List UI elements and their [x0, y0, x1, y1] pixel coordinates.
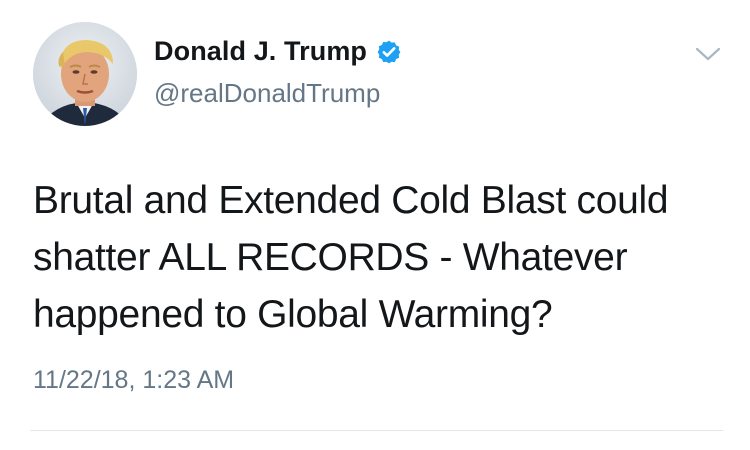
tweet-text: Brutal and Extended Cold Blast could sha…	[33, 179, 669, 336]
divider	[30, 430, 723, 431]
tweet-card: Donald J. Trump @realDonaldTrump Brutal …	[0, 0, 750, 450]
author-name-row: Donald J. Trump	[154, 36, 402, 67]
avatar[interactable]	[33, 22, 137, 126]
tweet-timestamp[interactable]: 11/22/18, 1:23 AM	[33, 366, 234, 395]
author-handle[interactable]: @realDonaldTrump	[154, 78, 380, 109]
chevron-down-icon[interactable]	[694, 44, 722, 64]
verified-badge-icon	[376, 39, 402, 65]
profile-photo-icon	[33, 22, 137, 126]
author-display-name[interactable]: Donald J. Trump	[154, 36, 367, 67]
